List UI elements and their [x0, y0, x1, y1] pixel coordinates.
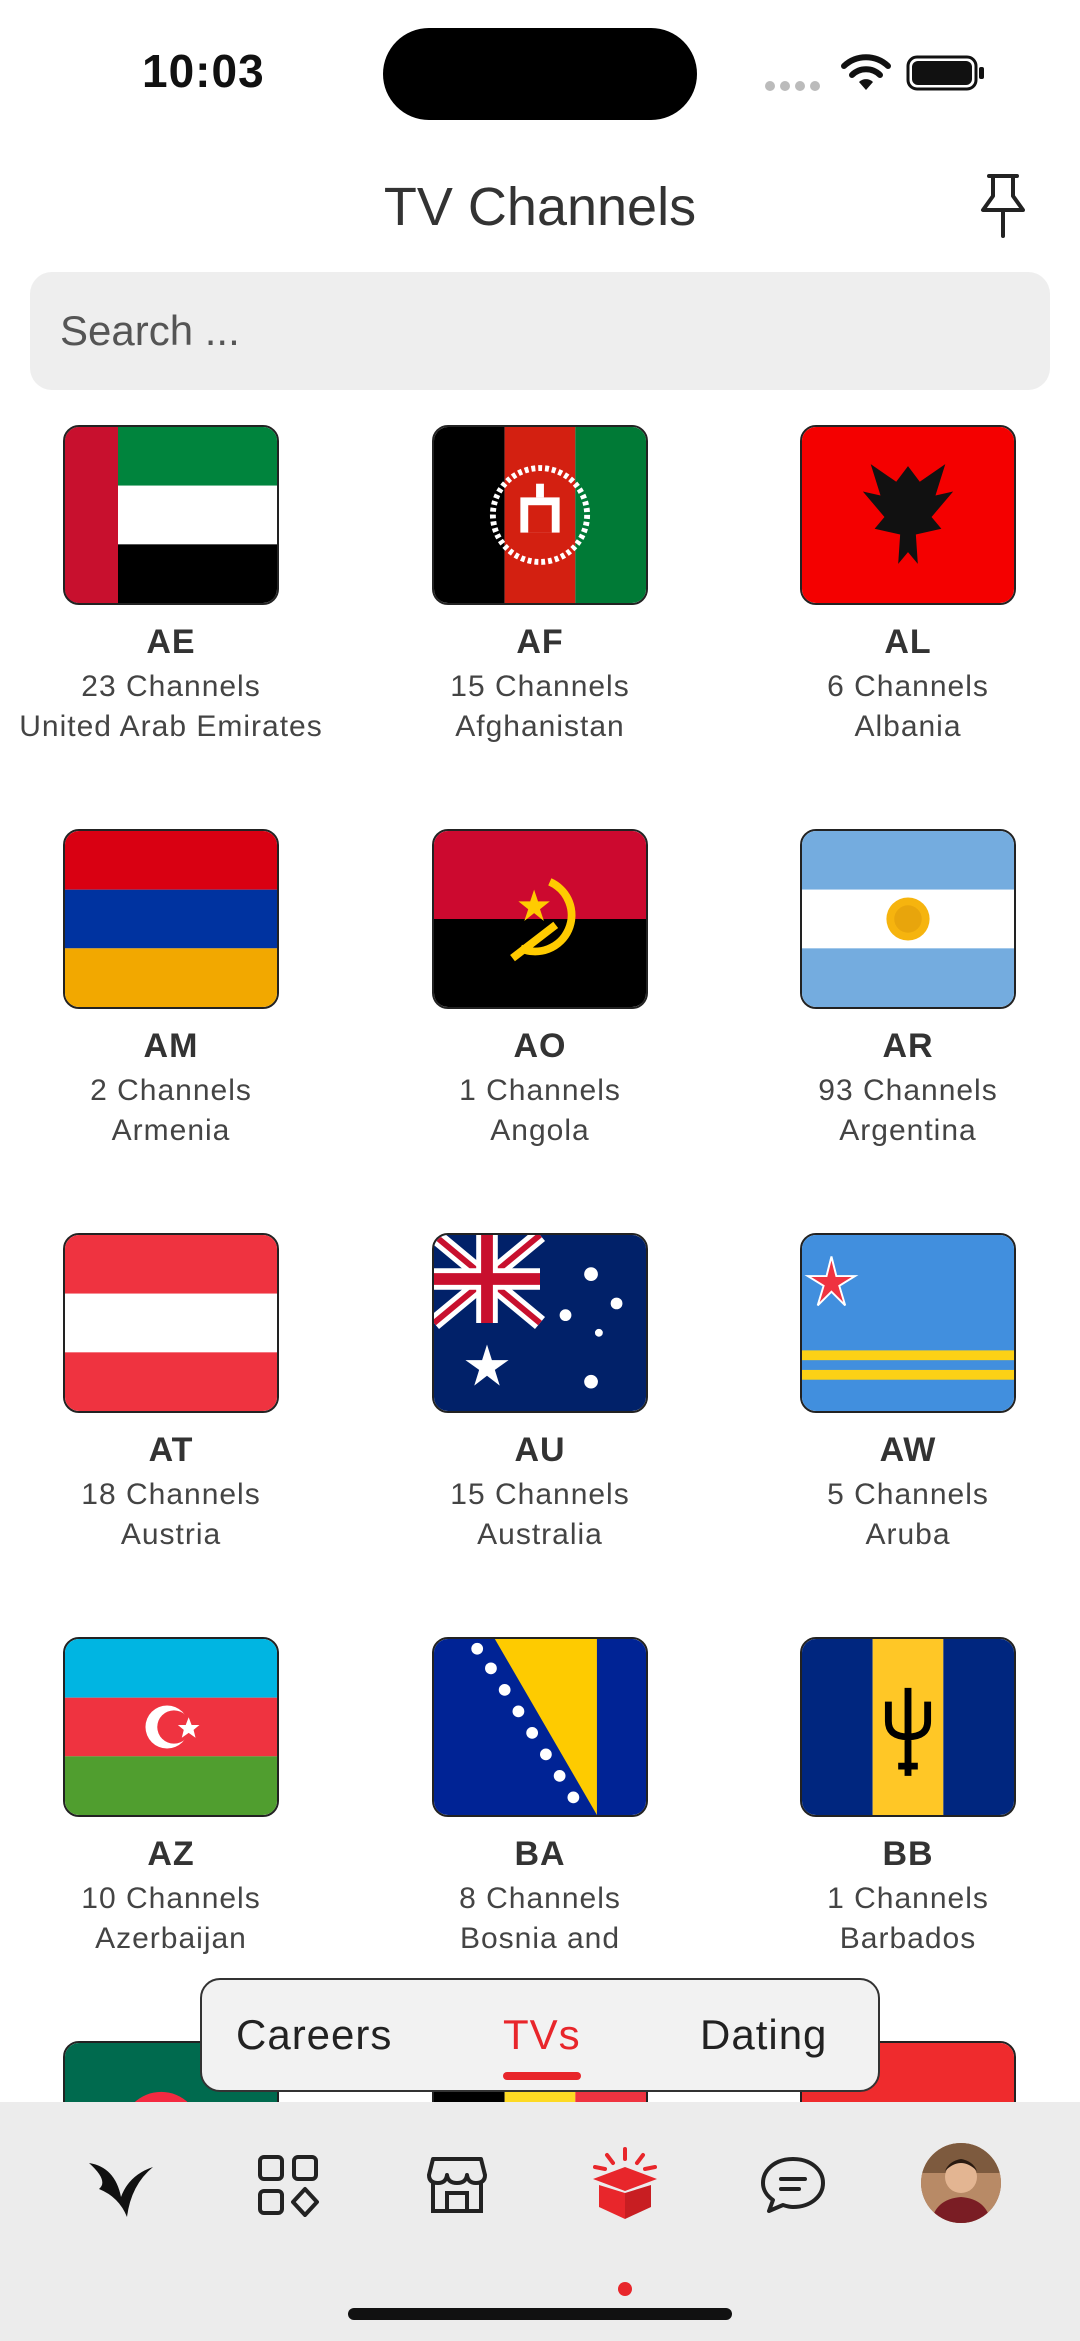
channel-count: 5 Channels: [827, 1478, 989, 1511]
country-name: Afghanistan: [455, 710, 625, 743]
channel-count: 15 Channels: [450, 1478, 630, 1511]
country-card-ae[interactable]: AE 23 Channels United Arab Emirates: [1, 425, 341, 744]
country-card-au[interactable]: AU 15 Channels Australia: [370, 1233, 710, 1552]
country-code: AF: [516, 623, 564, 661]
store-icon: [427, 2157, 487, 2213]
country-card-aw[interactable]: AW 5 Channels Aruba: [738, 1233, 1078, 1552]
nav-chat[interactable]: [748, 2140, 838, 2230]
country-code: AM: [143, 1027, 199, 1065]
country-card-bb[interactable]: BB 1 Channels Barbados: [738, 1637, 1078, 1956]
active-tab-indicator: [503, 2072, 581, 2080]
country-code: AR: [882, 1027, 934, 1065]
country-name: Azerbaijan: [95, 1922, 247, 1955]
country-code: AL: [884, 623, 932, 661]
country-code: AO: [513, 1027, 567, 1065]
country-name: Aruba: [865, 1518, 951, 1551]
country-card-ao[interactable]: AO 1 Channels Angola: [370, 829, 710, 1148]
search-input[interactable]: [60, 272, 1020, 390]
search-bar: [30, 272, 1050, 390]
country-code: AZ: [147, 1835, 195, 1873]
channel-count: 93 Channels: [818, 1074, 998, 1107]
channel-count: 18 Channels: [81, 1478, 261, 1511]
country-name: Bosnia and: [459, 1922, 621, 1955]
tab-careers[interactable]: Careers: [236, 1980, 392, 2094]
status-bar: 10:03: [0, 0, 1080, 140]
flag-ar: [800, 829, 1016, 1009]
header: TV Channels: [0, 160, 1080, 260]
flag-az: [63, 1637, 279, 1817]
channel-count: 6 Channels: [827, 670, 989, 703]
channel-count: 10 Channels: [81, 1882, 261, 1915]
country-name: United Arab Emirates: [19, 710, 323, 743]
country-code: BA: [514, 1835, 566, 1873]
country-code: AU: [514, 1431, 566, 1469]
avatar[interactable]: [921, 2143, 1001, 2223]
country-code: BB: [882, 1835, 934, 1873]
country-card-am[interactable]: AM 2 Channels Armenia: [1, 829, 341, 1148]
flag-ae: [63, 425, 279, 605]
country-card-al[interactable]: AL 6 Channels Albania: [738, 425, 1078, 744]
country-name: Albania: [854, 710, 962, 743]
flag-at: [63, 1233, 279, 1413]
flag-aw: [800, 1233, 1016, 1413]
chat-icon: [761, 2157, 825, 2213]
bottom-nav: [0, 2102, 1080, 2341]
country-card-ar[interactable]: AR 93 Channels Argentina: [738, 829, 1078, 1148]
dynamic-island: [383, 28, 697, 120]
country-name: Austria: [120, 1518, 222, 1551]
wifi-icon: [841, 54, 891, 90]
country-name: Armenia: [111, 1114, 231, 1147]
channel-count: 15 Channels: [450, 670, 630, 703]
country-code: AW: [879, 1431, 937, 1469]
active-nav-indicator: [618, 2282, 632, 2296]
gift-box-icon: [593, 2147, 657, 2219]
logo-icon: [89, 2163, 153, 2217]
flag-am: [63, 829, 279, 1009]
country-name: Argentina: [839, 1114, 977, 1147]
channel-count: 23 Channels: [81, 670, 261, 703]
channel-count: 1 Channels: [459, 1074, 621, 1107]
flag-bb: [800, 1637, 1016, 1817]
country-card-af[interactable]: AF 15 Channels Afghanistan: [370, 425, 710, 744]
flag-ba: [432, 1637, 648, 1817]
country-code: AE: [146, 623, 196, 661]
country-name: Angola: [490, 1114, 590, 1147]
country-card-az[interactable]: AZ 10 Channels Azerbaijan: [1, 1637, 341, 1956]
tab-dating[interactable]: Dating: [700, 1980, 827, 2094]
country-code: AT: [148, 1431, 194, 1469]
nav-gifts[interactable]: [580, 2140, 670, 2230]
nav-home[interactable]: [74, 2140, 164, 2230]
flag-au: [432, 1233, 648, 1413]
battery-icon: [906, 55, 984, 91]
country-name: Barbados: [839, 1922, 977, 1955]
flag-al: [800, 425, 1016, 605]
category-segment: Careers TVs Dating: [200, 1978, 880, 2092]
country-card-ba[interactable]: BA 8 Channels Bosnia and: [370, 1637, 710, 1956]
pin-icon: [981, 174, 1025, 238]
country-card-at[interactable]: AT 18 Channels Austria: [1, 1233, 341, 1552]
channel-count: 2 Channels: [90, 1074, 252, 1107]
nav-store[interactable]: [412, 2140, 502, 2230]
channel-count: 1 Channels: [827, 1882, 989, 1915]
flag-af: [432, 425, 648, 605]
channel-count: 8 Channels: [459, 1882, 621, 1915]
status-time: 10:03: [142, 45, 265, 97]
flag-ao: [432, 829, 648, 1009]
nav-apps[interactable]: [243, 2140, 333, 2230]
country-name: Australia: [477, 1518, 603, 1551]
page-title: TV Channels: [383, 177, 697, 237]
home-indicator: [348, 2308, 732, 2320]
country-grid: AE 23 Channels United Arab Emirates AF 1…: [0, 425, 1080, 2105]
pin-button[interactable]: [975, 170, 1031, 242]
apps-grid-icon: [258, 2155, 319, 2217]
signal-icon: [765, 78, 825, 96]
